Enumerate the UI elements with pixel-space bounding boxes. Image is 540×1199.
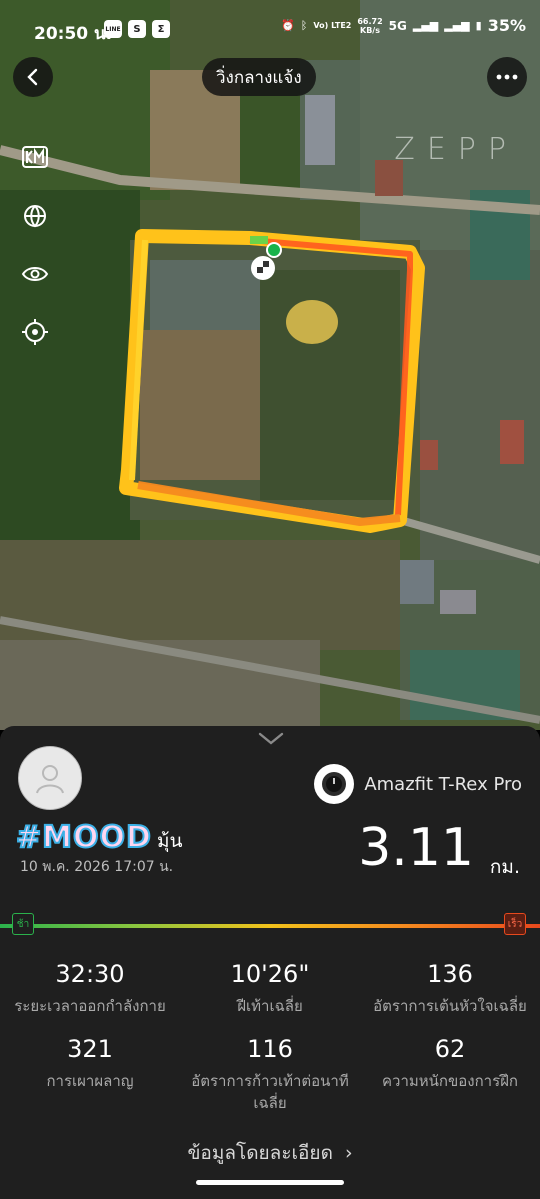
watch-icon: [314, 764, 355, 804]
km-marker-toggle[interactable]: [18, 140, 52, 174]
battery-icon: ▮: [475, 19, 482, 32]
status-app-icons: LINE S Σ: [104, 20, 170, 38]
status-time: 20:50 น.: [34, 24, 113, 44]
chevron-right-icon: ›: [344, 1142, 353, 1164]
route-map[interactable]: [0, 0, 540, 730]
pace-slow-label: ช้า: [12, 913, 34, 935]
stat-value: 116: [247, 1035, 293, 1063]
stat-value: 321: [67, 1035, 113, 1063]
user-silhouette-icon: [36, 765, 64, 794]
more-button[interactable]: [487, 57, 527, 97]
status-bar: 20:50 น. LINE S Σ ⏰ ᛒ Vo) LTE2 66.72 KB/s…: [0, 0, 540, 60]
avatar[interactable]: [18, 746, 82, 810]
stat-avg-pace: 10'26" ฝีเท้าเฉลี่ย: [180, 960, 360, 1017]
workout-summary-sheet: Amazfit T-Rex Pro #MOOD มุ้น 10 พ.ค. 202…: [0, 726, 540, 1199]
stat-value: 62: [434, 1035, 466, 1063]
stat-label: ระยะเวลาออกกำลังกาย: [14, 997, 166, 1015]
pace-gradient-bar: [0, 924, 540, 928]
stat-avg-cadence: 116 อัตราการก้าวเท้าต่อนาที เฉลี่ย: [180, 1035, 360, 1114]
zepp-watermark: ZEPP: [394, 132, 518, 167]
back-button[interactable]: [13, 57, 53, 97]
volte-indicator: Vo) LTE2: [313, 21, 352, 30]
details-link-label: ข้อมูลโดยละเอียด: [187, 1142, 333, 1164]
stat-value: 32:30: [55, 960, 125, 988]
stat-label: อัตราการก้าวเท้าต่อนาที เฉลี่ย: [191, 1072, 349, 1112]
line-app-icon: LINE: [104, 20, 122, 38]
battery-percent: 35%: [487, 16, 526, 35]
locate-button[interactable]: [18, 315, 52, 349]
workout-datetime: 10 พ.ค. 2026 17:07 น.: [20, 859, 174, 875]
view-toggle-button[interactable]: [18, 257, 52, 291]
stat-value: 10'26": [230, 960, 310, 988]
bluetooth-icon: ᛒ: [300, 19, 308, 32]
alarm-icon: ⏰: [281, 19, 295, 32]
map-layer-button[interactable]: [18, 199, 52, 233]
page-title: วิ่งกลางแจ้ง: [202, 58, 316, 96]
s-app-icon: S: [128, 20, 146, 38]
globe-icon: [24, 205, 46, 228]
stat-duration: 32:30 ระยะเวลาออกกำลังกาย: [0, 960, 180, 1017]
network-type: 5G: [388, 18, 407, 33]
signal-icon: ▂▄▆: [412, 19, 439, 32]
route-path: [119, 229, 425, 533]
more-dots-icon: [496, 74, 518, 80]
user-name-suffix: มุ้น: [157, 830, 183, 852]
home-indicator[interactable]: [196, 1180, 344, 1185]
details-link[interactable]: ข้อมูลโดยละเอียด ›: [0, 1138, 540, 1168]
locate-icon: [22, 319, 48, 345]
device-info[interactable]: Amazfit T-Rex Pro: [314, 764, 522, 804]
stat-value: 136: [427, 960, 473, 988]
back-arrow-icon: [27, 68, 38, 86]
stat-calories: 321 การเผาผลาญ: [0, 1035, 180, 1092]
stat-label: ความหนักของการฝึก: [381, 1072, 518, 1090]
sigma-app-icon: Σ: [152, 20, 170, 38]
collapse-chevron-icon[interactable]: [258, 732, 284, 746]
stat-avg-heart-rate: 136 อัตราการเต้นหัวใจเฉลี่ย: [360, 960, 540, 1017]
signal-icon-2: ▂▄▆: [444, 19, 470, 32]
stat-label: อัตราการเต้นหัวใจเฉลี่ย: [373, 997, 527, 1015]
pace-fast-label: เร็ว: [504, 913, 526, 935]
stat-training-load: 62 ความหนักของการฝึก: [360, 1035, 540, 1092]
network-speed: 66.72 KB/s: [357, 16, 383, 35]
distance-value: 3.11: [358, 818, 474, 878]
status-right-group: ⏰ ᛒ Vo) LTE2 66.72 KB/s 5G ▂▄▆ ▂▄▆ ▮ 35%: [281, 16, 526, 35]
stat-label: การเผาผลาญ: [46, 1072, 134, 1090]
user-name: #MOOD: [15, 819, 152, 856]
eye-icon: [21, 267, 49, 281]
distance-unit: กม.: [489, 856, 520, 878]
device-name: Amazfit T-Rex Pro: [364, 773, 522, 795]
stat-label: ฝีเท้าเฉลี่ย: [237, 997, 303, 1015]
km-marker-icon: [22, 146, 48, 168]
